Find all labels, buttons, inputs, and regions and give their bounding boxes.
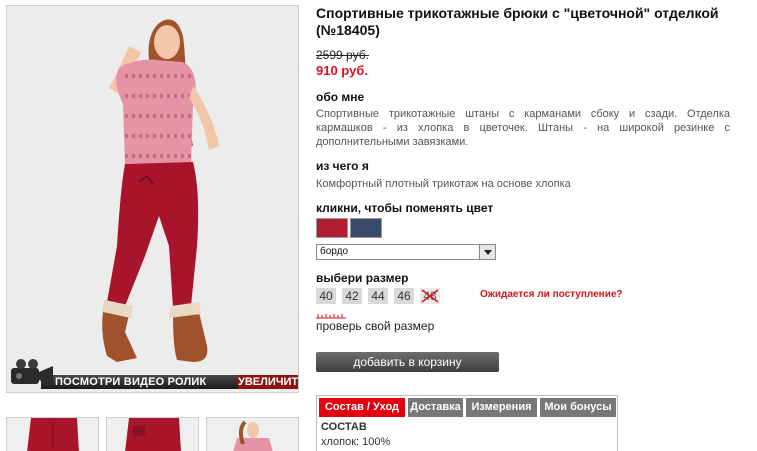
size-option-40[interactable]: 40 (316, 288, 336, 304)
color-select[interactable]: бордо (316, 244, 496, 260)
model-photo (7, 6, 298, 392)
zoom-button[interactable]: УВЕЛИЧИТЬ (238, 375, 298, 389)
size-option-44[interactable]: 44 (368, 288, 388, 304)
size-option-48-unavailable[interactable]: 48 (420, 288, 440, 304)
availability-link[interactable]: Ожидается ли поступление? (480, 289, 623, 300)
size-option-46[interactable]: 46 (394, 288, 414, 304)
tab-composition[interactable]: Состав / Уход (319, 398, 405, 417)
chevron-down-icon[interactable] (479, 245, 495, 259)
old-price: 2599 руб. (316, 48, 369, 62)
thumbnail-image (207, 418, 298, 451)
product-main-photo[interactable]: ПОСМОТРИ ВИДЕО РОЛИК УВЕЛИЧИТЬ (6, 5, 299, 393)
color-swatch-bordo[interactable] (316, 218, 348, 238)
tab-content-text: хлопок: 100% (321, 436, 391, 448)
new-price: 910 руб. (316, 63, 368, 78)
tab-bonuses[interactable]: Мои бонусы (540, 398, 616, 417)
thumbnail-image (7, 418, 98, 451)
about-text: Спортивные трикотажные штаны с карманами… (316, 108, 730, 148)
thumbnail-2[interactable] (106, 417, 199, 451)
thumbnail-image (107, 418, 198, 451)
info-tabs: Состав / Уход Доставка Измерения Мои бон… (316, 395, 618, 451)
product-title: Спортивные трикотажные брюки с "цветочно… (316, 5, 719, 38)
size-option-42[interactable]: 42 (342, 288, 362, 304)
thumbnail-3[interactable] (206, 417, 299, 451)
color-select-value: бордо (320, 246, 349, 257)
video-camera-icon (11, 359, 53, 386)
cross-out-icon (421, 289, 439, 303)
color-swatch-navy[interactable] (350, 218, 382, 238)
ruler-icon (316, 314, 346, 319)
color-heading: кликни, чтобы поменять цвет (316, 201, 494, 215)
add-to-cart-button[interactable]: добавить в корзину (316, 352, 499, 372)
tab-delivery[interactable]: Доставка (408, 398, 463, 417)
check-size-link[interactable]: проверь свой размер (316, 319, 434, 333)
material-text: Комфортный плотный трикотаж на основе хл… (316, 178, 571, 190)
about-heading: обо мне (316, 90, 365, 104)
video-link[interactable]: ПОСМОТРИ ВИДЕО РОЛИК (55, 375, 206, 389)
tab-measurements[interactable]: Измерения (466, 398, 537, 417)
video-bar[interactable]: ПОСМОТРИ ВИДЕО РОЛИК УВЕЛИЧИТЬ (7, 358, 298, 392)
tab-content-heading: СОСТАВ (321, 421, 367, 433)
size-heading: выбери размер (316, 271, 409, 285)
material-heading: из чего я (316, 159, 369, 173)
thumbnail-1[interactable] (6, 417, 99, 451)
